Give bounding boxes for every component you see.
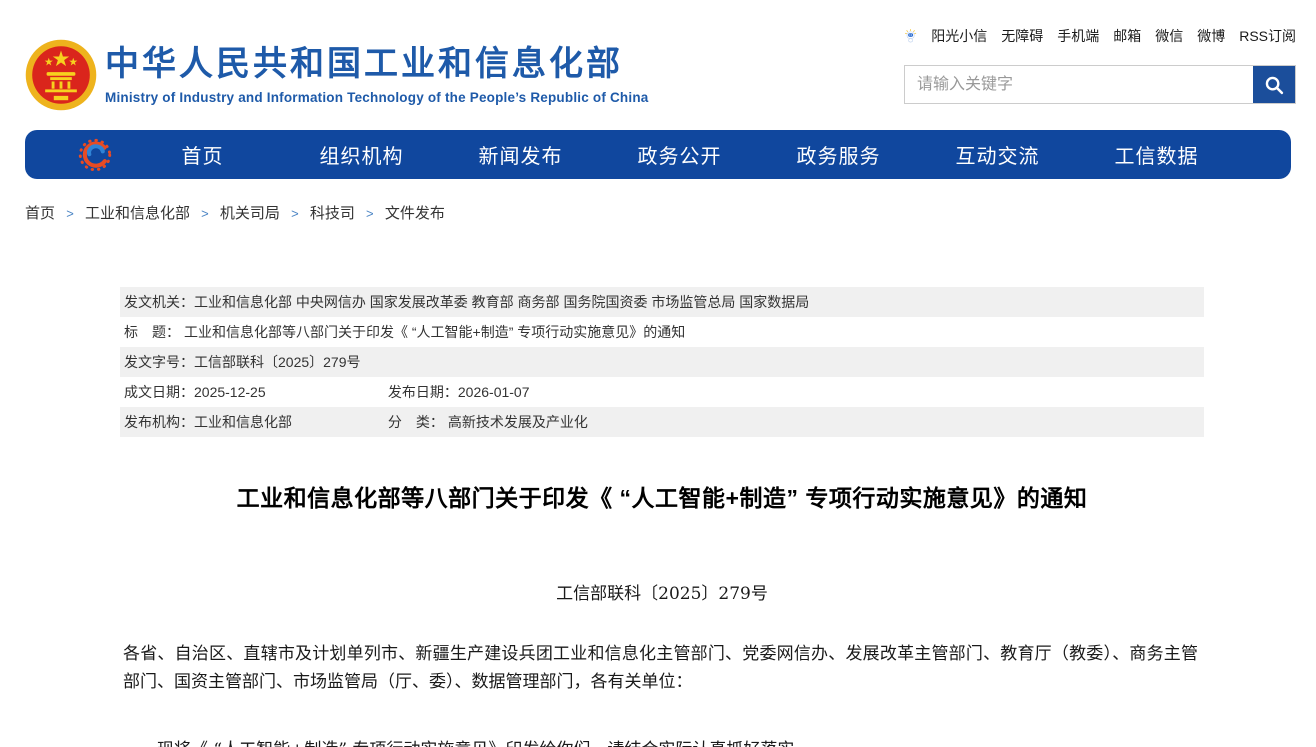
nav-miit-data[interactable]: 工信数据 [1077,140,1236,169]
nav-home[interactable]: 首页 [123,140,282,169]
nav-gov-services[interactable]: 政务服务 [759,140,918,169]
site-logo[interactable]: 中华人民共和国工业和信息化部 Ministry of Industry and … [25,24,648,125]
robot-mascot-icon[interactable] [904,24,917,48]
article-content: 发文机关：工业和信息化部 中央网信办 国家发展改革委 教育部 商务部 国务院国资… [120,287,1204,747]
doc-info-row-title: 标 题：工业和信息化部等八部门关于印发《 “人工智能+制造” 专项行动实施意见》… [120,317,1204,347]
page: 中华人民共和国工业和信息化部 Ministry of Industry and … [0,0,1316,747]
search-icon [1263,74,1285,96]
field-value: 工业和信息化部等八部门关于印发《 “人工智能+制造” 专项行动实施意见》的通知 [184,324,685,340]
doc-number: 工信部联科〔2025〕279号 [120,579,1204,604]
site-subtitle-en: Ministry of Industry and Information Tec… [105,90,648,105]
link-wechat[interactable]: 微信 [1155,26,1183,46]
field-label: 成文日期： [124,377,194,407]
field-value: 高新技术发展及产业化 [448,414,588,430]
crumb-departments[interactable]: 机关司局 [220,205,280,222]
breadcrumb-separator: > [66,206,74,221]
field-label: 发布日期： [388,377,458,407]
crumb-home[interactable]: 首页 [25,205,55,222]
link-rss[interactable]: RSS订阅 [1239,26,1296,46]
field-value: 工信部联科〔2025〕279号 [194,354,361,370]
miit-gear-icon [77,137,113,173]
nav-organization[interactable]: 组织机构 [282,140,441,169]
nav-news[interactable]: 新闻发布 [441,140,600,169]
field-label: 发文机关： [124,287,194,317]
breadcrumb-separator: > [366,206,374,221]
crumb-document-release[interactable]: 文件发布 [385,205,445,222]
link-accessibility[interactable]: 无障碍 [1001,26,1043,46]
national-emblem-icon [25,39,97,111]
search-button[interactable] [1253,66,1295,103]
crumb-science-dept[interactable]: 科技司 [310,205,355,222]
field-value: 2026-01-07 [458,384,530,400]
utility-links: 阳光小信 无障碍 手机端 邮箱 微信 微博 RSS订阅 [904,24,1296,48]
search-bar [904,65,1296,104]
doc-info-table: 发文机关：工业和信息化部 中央网信办 国家发展改革委 教育部 商务部 国务院国资… [120,287,1204,437]
breadcrumb-separator: > [201,206,209,221]
doc-info-row-dates: 成文日期：2025-12-25 发布日期：2026-01-07 [120,377,1204,407]
field-label: 分 类： [388,407,448,437]
article-paragraph-body: 现将《 “人工智能+制造” 专项行动实施意见》印发给你们，请结合实际认真抓好落实… [123,736,1198,747]
link-mailbox[interactable]: 邮箱 [1113,26,1141,46]
link-mobile[interactable]: 手机端 [1057,26,1099,46]
field-value: 工业和信息化部 中央网信办 国家发展改革委 教育部 商务部 国务院国资委 市场监… [194,294,809,310]
field-label: 标 题： [124,317,184,347]
search-input[interactable] [905,66,1253,103]
doc-info-row-issuing-agency: 发文机关：工业和信息化部 中央网信办 国家发展改革委 教育部 商务部 国务院国资… [120,287,1204,317]
link-weibo[interactable]: 微博 [1197,26,1225,46]
doc-info-row-publisher: 发布机构：工业和信息化部 分 类：高新技术发展及产业化 [120,407,1204,437]
article-paragraph-addressees: 各省、自治区、直辖市及计划单列市、新疆生产建设兵团工业和信息化主管部门、党委网信… [123,640,1198,696]
breadcrumb: 首页 > 工业和信息化部 > 机关司局 > 科技司 > 文件发布 [25,202,1316,223]
field-value: 工业和信息化部 [194,414,292,430]
article-title: 工业和信息化部等八部门关于印发《 “人工智能+制造” 专项行动实施意见》的通知 [120,479,1204,513]
field-value: 2025-12-25 [194,384,266,400]
link-sunshine-assistant[interactable]: 阳光小信 [931,26,987,46]
doc-info-row-doc-number: 发文字号：工信部联科〔2025〕279号 [120,347,1204,377]
site-title: 中华人民共和国工业和信息化部 [105,44,648,84]
nav-interaction[interactable]: 互动交流 [918,140,1077,169]
site-header: 中华人民共和国工业和信息化部 Ministry of Industry and … [0,0,1316,125]
breadcrumb-separator: > [291,206,299,221]
main-nav: 首页 组织机构 新闻发布 政务公开 政务服务 互动交流 工信数据 [25,130,1291,179]
field-label: 发文字号： [124,347,194,377]
field-label: 发布机构： [124,407,194,437]
header-right: 阳光小信 无障碍 手机端 邮箱 微信 微博 RSS订阅 [904,24,1296,125]
nav-gov-disclosure[interactable]: 政务公开 [600,140,759,169]
crumb-miit[interactable]: 工业和信息化部 [85,205,190,222]
